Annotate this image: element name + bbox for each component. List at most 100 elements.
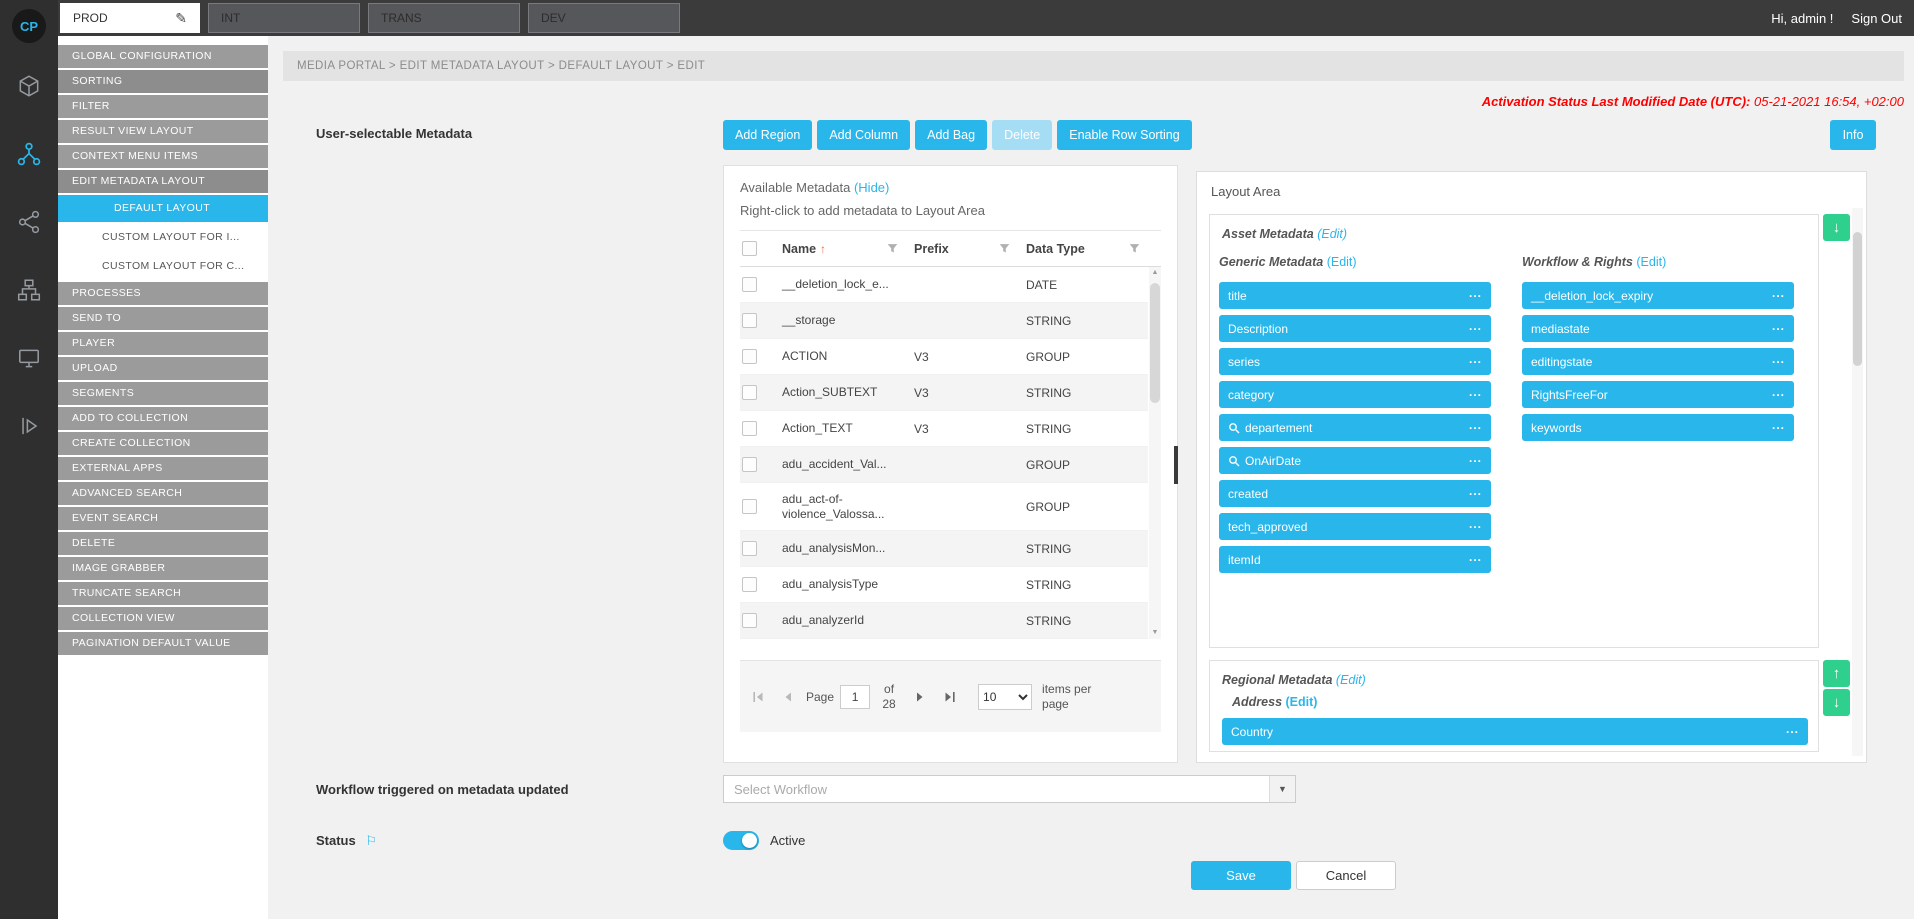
row-checkbox[interactable] (742, 385, 757, 400)
pager-next-button[interactable] (908, 685, 932, 709)
delete-button[interactable]: Delete (992, 120, 1052, 150)
table-row[interactable]: Action_SUBTEXT V3 STRING (740, 375, 1148, 411)
page-size-select[interactable]: 10 (978, 684, 1032, 710)
select-all-checkbox[interactable] (742, 241, 757, 256)
sidebar-item-truncate-search[interactable]: TRUNCATE SEARCH (58, 582, 268, 605)
chip-handle-icon[interactable]: ... (1772, 418, 1785, 432)
add-region-button[interactable]: Add Region (723, 120, 812, 150)
rail-button-display[interactable] (14, 345, 44, 371)
sidebar-item-context-menu-items[interactable]: CONTEXT MENU ITEMS (58, 145, 268, 168)
workflow-rights-edit-link[interactable]: (Edit) (1636, 255, 1666, 269)
sidebar-item-upload[interactable]: UPLOAD (58, 357, 268, 380)
add-column-button[interactable]: Add Column (817, 120, 910, 150)
table-row[interactable]: __storage STRING (740, 303, 1148, 339)
sidebar-item-custom-layout-2[interactable]: CUSTOM LAYOUT FOR C... (58, 253, 268, 280)
chip-handle-icon[interactable]: ... (1469, 385, 1482, 399)
column-header-prefix[interactable]: Prefix (906, 242, 1018, 256)
table-row[interactable]: ACTION V3 GROUP (740, 339, 1148, 375)
sidebar-item-segments[interactable]: SEGMENTS (58, 382, 268, 405)
layout-area-scrollbar[interactable] (1852, 208, 1863, 756)
move-region-down-button[interactable]: ↓ (1823, 689, 1850, 716)
column-header-data-type[interactable]: Data Type (1018, 242, 1148, 256)
metadata-chip[interactable]: created ... (1219, 480, 1491, 507)
table-scrollbar-thumb[interactable] (1150, 283, 1160, 403)
sidebar-item-advanced-search[interactable]: ADVANCED SEARCH (58, 482, 268, 505)
pager-prev-button[interactable] (776, 685, 800, 709)
sidebar-item-collection-view[interactable]: COLLECTION VIEW (58, 607, 268, 630)
sidebar-item-add-to-collection[interactable]: ADD TO COLLECTION (58, 407, 268, 430)
rail-button-configuration[interactable] (14, 141, 44, 167)
table-scrollbar[interactable]: ▲ ▼ (1149, 267, 1161, 639)
metadata-chip[interactable]: OnAirDate ... (1219, 447, 1491, 474)
chip-handle-icon[interactable]: ... (1469, 319, 1482, 333)
metadata-chip[interactable]: RightsFreeFor ... (1522, 381, 1794, 408)
env-tab-dev[interactable]: DEV (528, 3, 680, 33)
save-button[interactable]: Save (1191, 861, 1291, 890)
chip-handle-icon[interactable]: ... (1772, 286, 1785, 300)
sidebar-item-external-apps[interactable]: EXTERNAL APPS (58, 457, 268, 480)
sidebar-item-default-layout[interactable]: DEFAULT LAYOUT (58, 195, 268, 222)
metadata-chip[interactable]: Description ... (1219, 315, 1491, 342)
filter-funnel-icon[interactable] (999, 243, 1010, 254)
row-checkbox[interactable] (742, 313, 757, 328)
row-checkbox[interactable] (742, 457, 757, 472)
metadata-chip[interactable]: mediastate ... (1522, 315, 1794, 342)
pager-last-button[interactable] (938, 685, 962, 709)
metadata-chip[interactable]: __deletion_lock_expiry ... (1522, 282, 1794, 309)
sign-out-link[interactable]: Sign Out (1851, 11, 1902, 26)
dropdown-arrow-button[interactable]: ▼ (1269, 776, 1295, 802)
app-logo[interactable]: CP (12, 9, 46, 43)
filter-funnel-icon[interactable] (1129, 243, 1140, 254)
rail-button-player[interactable] (14, 413, 44, 439)
metadata-chip[interactable]: series ... (1219, 348, 1491, 375)
sidebar-item-image-grabber[interactable]: IMAGE GRABBER (58, 557, 268, 580)
row-checkbox[interactable] (742, 613, 757, 628)
chip-handle-icon[interactable]: ... (1786, 722, 1799, 736)
chip-handle-icon[interactable]: ... (1772, 385, 1785, 399)
table-row[interactable]: adu_analysisMon... STRING (740, 531, 1148, 567)
row-checkbox[interactable] (742, 577, 757, 592)
address-edit-link[interactable]: (Edit) (1286, 695, 1318, 709)
generic-metadata-edit-link[interactable]: (Edit) (1327, 255, 1357, 269)
sidebar-item-filter[interactable]: FILTER (58, 95, 268, 118)
sidebar-item-delete[interactable]: DELETE (58, 532, 268, 555)
regional-metadata-edit-link[interactable]: (Edit) (1336, 673, 1366, 687)
enable-row-sorting-button[interactable]: Enable Row Sorting (1057, 120, 1191, 150)
metadata-chip[interactable]: keywords ... (1522, 414, 1794, 441)
row-checkbox[interactable] (742, 421, 757, 436)
workflow-select[interactable]: Select Workflow ▼ (723, 775, 1296, 803)
chip-handle-icon[interactable]: ... (1772, 319, 1785, 333)
row-checkbox[interactable] (742, 541, 757, 556)
row-checkbox[interactable] (742, 499, 757, 514)
metadata-chip[interactable]: editingstate ... (1522, 348, 1794, 375)
scroll-down-icon[interactable]: ▼ (1149, 627, 1161, 639)
rail-button-share[interactable] (14, 209, 44, 235)
chip-handle-icon[interactable]: ... (1469, 550, 1482, 564)
env-tab-int[interactable]: INT (208, 3, 360, 33)
sidebar-item-sorting[interactable]: SORTING (58, 70, 268, 93)
chip-handle-icon[interactable]: ... (1469, 451, 1482, 465)
add-bag-button[interactable]: Add Bag (915, 120, 987, 150)
table-row[interactable]: adu_analysisType STRING (740, 567, 1148, 603)
sidebar-item-player[interactable]: PLAYER (58, 332, 268, 355)
move-region-up-button[interactable]: ↑ (1823, 660, 1850, 687)
sidebar-item-create-collection[interactable]: CREATE COLLECTION (58, 432, 268, 455)
env-tab-prod[interactable]: PROD ✎ (60, 3, 200, 33)
cancel-button[interactable]: Cancel (1296, 861, 1396, 890)
status-toggle[interactable] (723, 831, 759, 850)
chip-handle-icon[interactable]: ... (1772, 352, 1785, 366)
table-row[interactable]: Action_TEXT V3 STRING (740, 411, 1148, 447)
panel-resize-handle[interactable] (1174, 446, 1178, 484)
filter-funnel-icon[interactable] (887, 243, 898, 254)
env-tab-trans[interactable]: TRANS (368, 3, 520, 33)
column-header-name[interactable]: Name ↑ (774, 242, 906, 256)
sidebar-item-global-configuration[interactable]: GLOBAL CONFIGURATION (58, 45, 268, 68)
chip-handle-icon[interactable]: ... (1469, 484, 1482, 498)
chip-handle-icon[interactable]: ... (1469, 286, 1482, 300)
table-row[interactable]: adu_act-of-violence_Valossa... GROUP (740, 483, 1148, 531)
rail-button-assets[interactable] (14, 73, 44, 99)
sidebar-item-custom-layout-1[interactable]: CUSTOM LAYOUT FOR I... (58, 224, 268, 251)
metadata-chip[interactable]: title ... (1219, 282, 1491, 309)
metadata-chip[interactable]: tech_approved ... (1219, 513, 1491, 540)
metadata-chip[interactable]: departement ... (1219, 414, 1491, 441)
